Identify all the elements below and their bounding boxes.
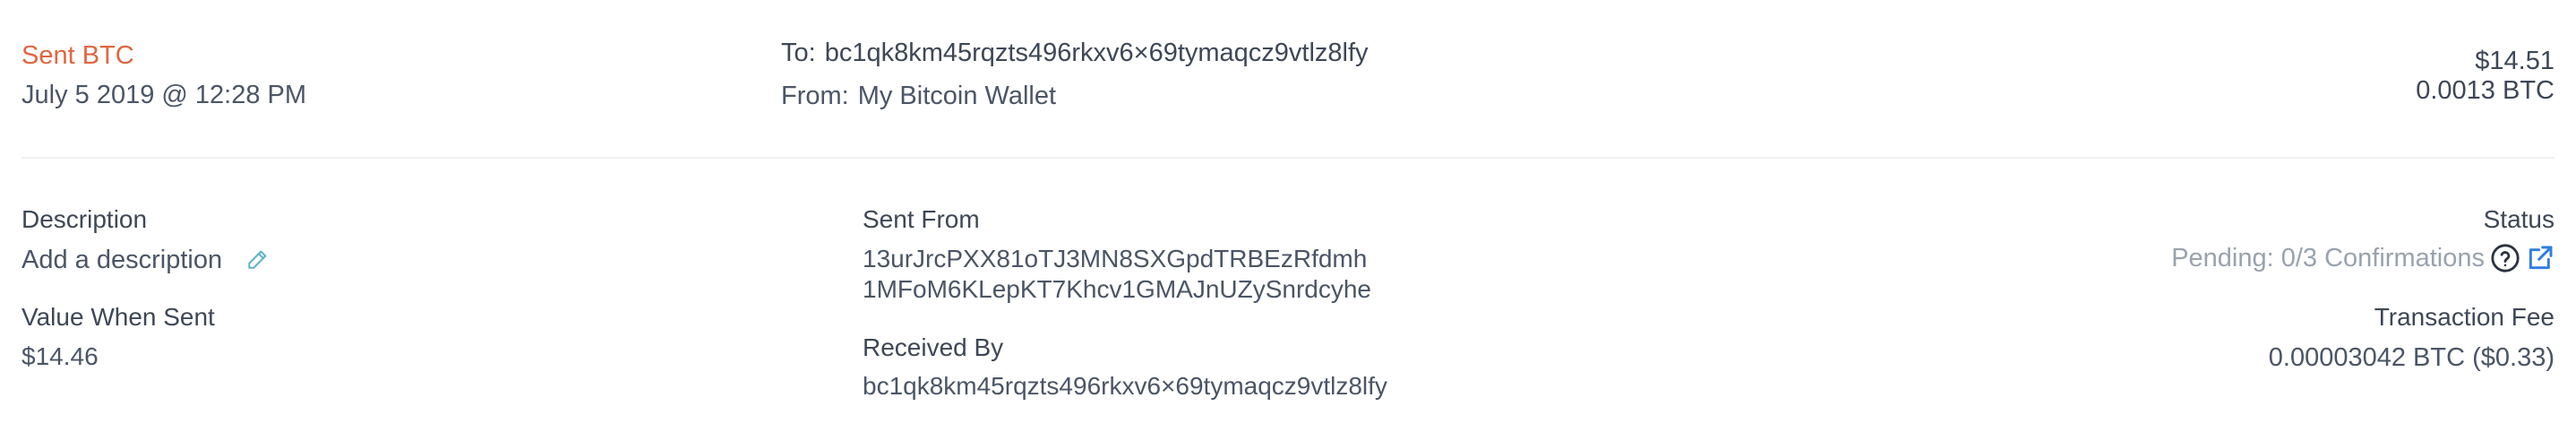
description-label: Description xyxy=(21,205,148,233)
from-value: My Bitcoin Wallet xyxy=(857,82,1057,110)
status-value: Pending: 0/3 Confirmations xyxy=(2171,244,2485,272)
external-link-icon[interactable] xyxy=(2526,244,2555,272)
fiat-amount: $14.51 xyxy=(2475,47,2555,75)
transaction-type-label: Sent BTC xyxy=(21,41,134,70)
btc-amount: 0.0013 BTC xyxy=(2416,76,2555,105)
to-row: To: bc1qk8km45rqzts496rkxv6×69tymaqcz9vt… xyxy=(781,37,1369,69)
transaction-fee-label: Transaction Fee xyxy=(2374,303,2555,331)
transaction-detail: Sent BTC July 5 2019 @ 12:28 PM To: bc1q… xyxy=(0,0,2576,441)
pencil-icon[interactable] xyxy=(244,246,270,273)
sent-from-address[interactable]: 1MFoM6KLepKT7Khcv1GMAJnUZySnrdcyhe xyxy=(863,274,1371,305)
received-by-address[interactable]: bc1qk8km45rqzts496rkxv6×69tymaqcz9vtlz8l… xyxy=(863,371,1387,402)
description-input[interactable]: Add a description xyxy=(21,244,222,276)
from-label: From: xyxy=(781,82,849,110)
description-row: Add a description xyxy=(21,244,270,276)
status-label: Status xyxy=(2483,205,2555,233)
transaction-date: July 5 2019 @ 12:28 PM xyxy=(21,81,307,109)
value-when-sent: $14.46 xyxy=(21,342,99,370)
value-when-sent-label: Value When Sent xyxy=(21,303,215,331)
received-by-label: Received By xyxy=(863,333,1004,361)
to-address[interactable]: bc1qk8km45rqzts496rkxv6×69tymaqcz9vtlz8l… xyxy=(825,37,1369,69)
transaction-fee-value: 0.00003042 BTC ($0.33) xyxy=(2268,343,2555,372)
header-divider xyxy=(21,157,2555,159)
to-label: To: xyxy=(781,39,816,67)
status-row: Pending: 0/3 Confirmations xyxy=(2171,242,2555,274)
sent-from-address[interactable]: 13urJrcPXX81oTJ3MN8SXGpdTRBEzRfdmh xyxy=(863,244,1367,274)
sent-from-label: Sent From xyxy=(863,205,980,233)
question-circle-icon[interactable] xyxy=(2490,243,2520,273)
from-row: From: My Bitcoin Wallet xyxy=(781,80,1056,112)
